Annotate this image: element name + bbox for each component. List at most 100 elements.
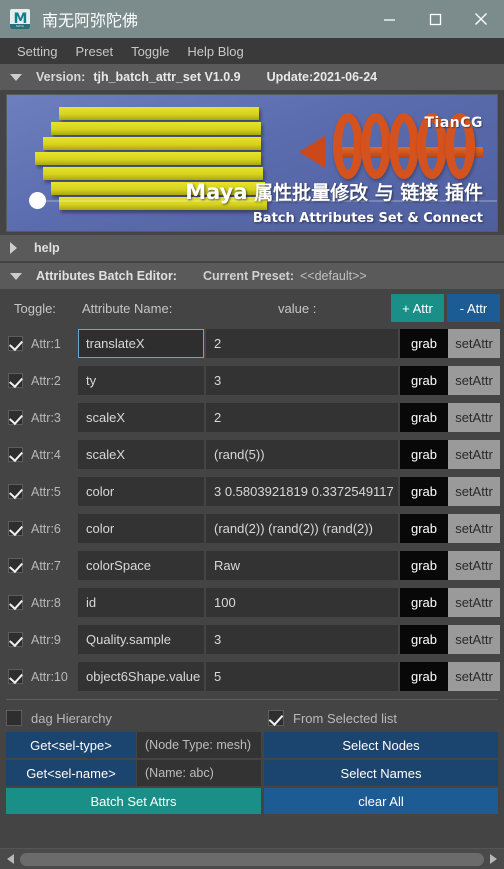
attribute-name-input[interactable]: ty xyxy=(78,366,204,395)
version-value: tjh_batch_attr_set V1.0.9 xyxy=(93,70,241,84)
attribute-value-input[interactable]: 3 xyxy=(206,625,398,654)
set-attr-button[interactable]: setAttr xyxy=(448,440,500,469)
section-attributes-batch-editor[interactable]: Attributes Batch Editor: Current Preset:… xyxy=(0,263,504,289)
scroll-left-arrow-icon[interactable] xyxy=(3,851,18,868)
attribute-name-input[interactable]: scaleX xyxy=(78,403,204,432)
attribute-name-input[interactable]: color xyxy=(78,514,204,543)
name-field[interactable]: (Name: abc) xyxy=(137,760,261,786)
dag-hierarchy-checkbox[interactable] xyxy=(6,710,22,726)
application-window: M MAYA 南无阿弥陀佛 Setting Preset Toggle Help … xyxy=(0,0,504,869)
attribute-name-input[interactable]: object6Shape.value xyxy=(78,662,204,691)
grab-button[interactable]: grab xyxy=(400,440,448,469)
dag-hierarchy-label: dag Hierarchy xyxy=(31,710,112,726)
attribute-name-input[interactable]: Quality.sample xyxy=(78,625,204,654)
current-preset-value: <<default>> xyxy=(299,269,367,283)
attribute-name-input[interactable]: scaleX xyxy=(78,440,204,469)
grab-button[interactable]: grab xyxy=(400,625,448,654)
triangle-down-icon[interactable] xyxy=(10,73,22,81)
set-attr-button[interactable]: setAttr xyxy=(448,366,500,395)
set-attr-button[interactable]: setAttr xyxy=(448,625,500,654)
attribute-name-input[interactable]: color xyxy=(78,477,204,506)
promo-banner-image: TianCG Maya 属性批量修改 与 链接 插件 Batch Attribu… xyxy=(6,94,498,232)
attribute-value-input[interactable]: 2 xyxy=(206,329,398,358)
close-icon[interactable] xyxy=(458,0,504,38)
select-names-button[interactable]: Select Names xyxy=(264,760,498,786)
sel-name-row: Get<sel-name> (Name: abc) Select Names xyxy=(6,760,498,786)
menu-setting[interactable]: Setting xyxy=(8,42,66,61)
attribute-value-input[interactable]: (rand(2)) (rand(2)) (rand(2)) xyxy=(206,514,398,543)
grab-button[interactable]: grab xyxy=(400,329,448,358)
row-index-label: Attr:1 xyxy=(31,336,61,351)
attribute-value-input[interactable]: 3 xyxy=(206,366,398,395)
attribute-value-input[interactable]: 100 xyxy=(206,588,398,617)
attribute-value-input[interactable]: 5 xyxy=(206,662,398,691)
grab-button[interactable]: grab xyxy=(400,662,448,691)
set-attr-button[interactable]: setAttr xyxy=(448,514,500,543)
row-toggle-checkbox[interactable] xyxy=(8,632,23,647)
attribute-value-input[interactable]: 3 0.5803921819 0.3372549117 xyxy=(206,477,398,506)
attribute-name-input[interactable]: translateX xyxy=(78,329,204,358)
from-selected-list-checkbox[interactable] xyxy=(268,710,284,726)
attribute-value-input[interactable]: (rand(5)) xyxy=(206,440,398,469)
section-help[interactable]: help xyxy=(0,235,504,261)
current-preset-label: Current Preset: xyxy=(202,269,294,283)
from-selected-list-toggle[interactable]: From Selected list xyxy=(268,710,397,726)
get-sel-name-button[interactable]: Get<sel-name> xyxy=(6,760,136,786)
menu-toggle[interactable]: Toggle xyxy=(122,42,178,61)
dag-hierarchy-toggle[interactable]: dag Hierarchy xyxy=(6,710,268,726)
clear-all-button[interactable]: clear All xyxy=(264,788,498,814)
attribute-rows: Attr:1 translateX 2 grab setAttr Attr:2 ty 3 gra… xyxy=(0,325,504,695)
menu-help-blog[interactable]: Help Blog xyxy=(178,42,252,61)
grab-button[interactable]: grab xyxy=(400,514,448,543)
maximize-icon[interactable] xyxy=(412,0,458,38)
row-toggle-checkbox[interactable] xyxy=(8,484,23,499)
version-update: Update:2021-06-24 xyxy=(266,70,378,84)
select-nodes-button[interactable]: Select Nodes xyxy=(264,732,498,758)
version-bar[interactable]: Version: tjh_batch_attr_set V1.0.9 Updat… xyxy=(0,64,504,90)
scrollbar-thumb[interactable] xyxy=(20,852,484,866)
remove-attr-button[interactable]: - Attr xyxy=(447,294,500,322)
attribute-name-input[interactable]: id xyxy=(78,588,204,617)
set-attr-button[interactable]: setAttr xyxy=(448,588,500,617)
set-attr-button[interactable]: setAttr xyxy=(448,477,500,506)
node-type-field[interactable]: (Node Type: mesh) xyxy=(137,732,261,758)
grab-button[interactable]: grab xyxy=(400,403,448,432)
menu-preset[interactable]: Preset xyxy=(66,42,122,61)
grab-button[interactable]: grab xyxy=(400,477,448,506)
grab-button[interactable]: grab xyxy=(400,588,448,617)
attribute-value-input[interactable]: 2 xyxy=(206,403,398,432)
banner-container: TianCG Maya 属性批量修改 与 链接 插件 Batch Attribu… xyxy=(0,90,504,235)
add-attr-button[interactable]: + Attr xyxy=(391,294,444,322)
row-toggle-checkbox[interactable] xyxy=(8,373,23,388)
set-attr-button[interactable]: setAttr xyxy=(448,403,500,432)
row-toggle-checkbox[interactable] xyxy=(8,558,23,573)
table-row: Attr:5 color 3 0.5803921819 0.3372549117 gr… xyxy=(0,473,504,510)
attribute-name-input[interactable]: colorSpace xyxy=(78,551,204,580)
grab-button[interactable]: grab xyxy=(400,551,448,580)
table-column-headers: Toggle: Attribute Name: value : + Attr -… xyxy=(0,291,504,325)
get-sel-type-button[interactable]: Get<sel-type> xyxy=(6,732,136,758)
attr-count-buttons: + Attr - Attr xyxy=(391,294,500,322)
minimize-icon[interactable] xyxy=(366,0,412,38)
tiancg-logo: TianCG xyxy=(395,105,485,139)
from-selected-list-label: From Selected list xyxy=(293,710,398,726)
triangle-down-icon[interactable] xyxy=(10,272,22,280)
row-toggle-checkbox[interactable] xyxy=(8,336,23,351)
set-attr-button[interactable]: setAttr xyxy=(448,662,500,691)
attribute-value-input[interactable]: Raw xyxy=(206,551,398,580)
row-toggle-checkbox[interactable] xyxy=(8,595,23,610)
scroll-right-arrow-icon[interactable] xyxy=(486,851,501,868)
row-toggle-checkbox[interactable] xyxy=(8,669,23,684)
triangle-right-icon[interactable] xyxy=(10,242,17,254)
set-attr-button[interactable]: setAttr xyxy=(448,551,500,580)
row-toggle-checkbox[interactable] xyxy=(8,410,23,425)
table-row: Attr:6 color (rand(2)) (rand(2)) (rand(2))… xyxy=(0,510,504,547)
grab-button[interactable]: grab xyxy=(400,366,448,395)
row-index-label: Attr:8 xyxy=(31,595,61,610)
batch-set-attrs-button[interactable]: Batch Set Attrs xyxy=(6,788,261,814)
banner-title: Maya 属性批量修改 与 链接 插件 xyxy=(185,178,483,205)
horizontal-scrollbar[interactable] xyxy=(0,848,504,869)
set-attr-button[interactable]: setAttr xyxy=(448,329,500,358)
row-toggle-checkbox[interactable] xyxy=(8,521,23,536)
row-toggle-checkbox[interactable] xyxy=(8,447,23,462)
